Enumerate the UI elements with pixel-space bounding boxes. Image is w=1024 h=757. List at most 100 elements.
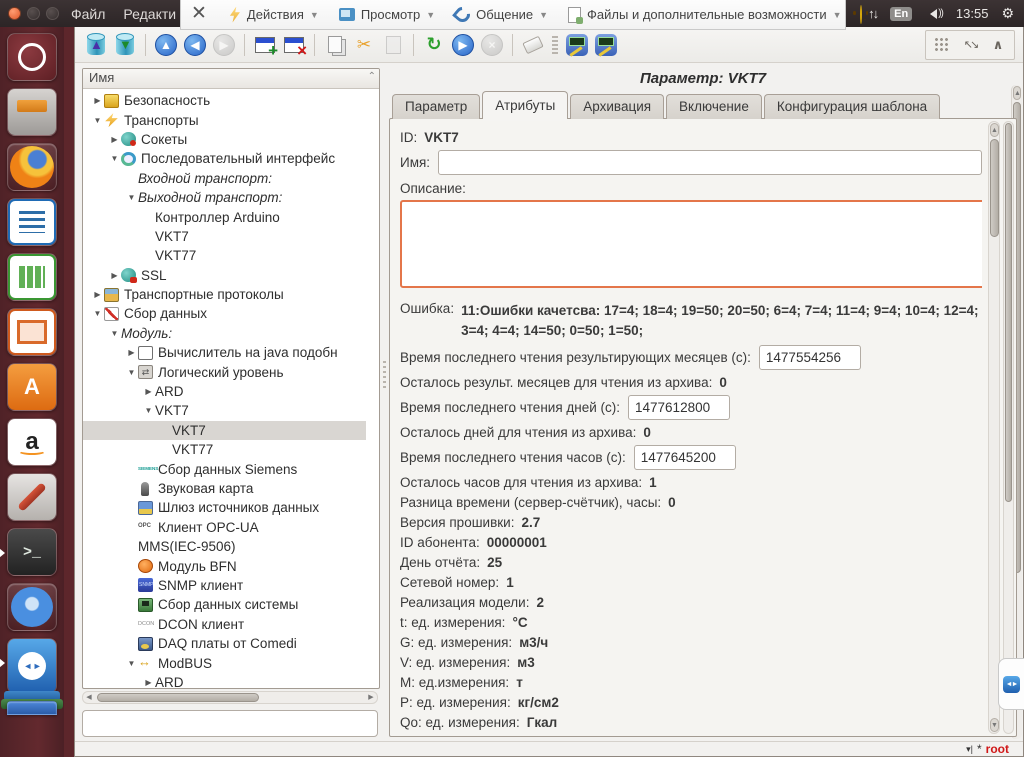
launcher-item-terminal[interactable]: >_ [7,528,57,576]
launcher-item-libreoffice-writer[interactable] [7,198,57,246]
tree-item[interactable]: Входной транспорт: [83,169,366,188]
tab-конфигурация-шаблона[interactable]: Конфигурация шаблона [764,94,940,119]
expander-closed-icon[interactable]: ▶ [125,348,138,357]
expander-closed-icon[interactable]: ▶ [142,678,155,687]
tree-item[interactable]: ▼Сбор данных [83,304,366,323]
launcher-item-teamviewer[interactable] [7,638,57,694]
outer-vertical-scrollbar[interactable] [1003,121,1014,734]
tree-item[interactable]: VKT77 [83,440,366,459]
name-input[interactable] [438,150,982,175]
tree-item[interactable]: Контроллер Arduino [83,207,366,226]
expander-open-icon[interactable]: ▼ [108,329,121,338]
expander-closed-icon[interactable]: ▶ [142,387,155,396]
expander-closed-icon[interactable]: ▶ [108,135,121,144]
tree-item[interactable]: Шлюз источников данных [83,498,366,517]
clear-button[interactable] [520,32,546,58]
tree-item[interactable]: ▼Модуль: [83,324,366,343]
tree-item[interactable]: DCON клиент [83,615,366,634]
launcher-item-software-center[interactable]: A [7,363,57,411]
go-up-button[interactable]: ▲ [153,32,179,58]
menu-item[interactable]: Файл [71,6,105,22]
launcher-item-file-manager[interactable] [7,88,57,136]
expander-open-icon[interactable]: ▼ [108,154,121,163]
tv-menu-item[interactable]: Просмотр▼ [331,4,443,25]
tree-horizontal-scrollbar[interactable]: ◀▶ [82,691,378,704]
refresh-button[interactable]: ↻ [421,32,447,58]
tree-item[interactable]: ▼Выходной транспорт: [83,188,366,207]
save-to-db-button[interactable]: ▼ [112,32,138,58]
collapse-toolbar-button[interactable]: ∧ [985,32,1011,58]
toolbar-grip[interactable] [552,36,558,54]
status-dropdown-icon[interactable]: ▾| [966,744,973,755]
expander-open-icon[interactable]: ▼ [142,406,155,415]
tv-menu-item[interactable]: Общение▼ [447,4,556,25]
tree-column-header[interactable]: Имя [83,69,379,89]
tree-item[interactable]: ▼ModBUS [83,653,366,672]
tree-item[interactable]: MMS(IEC-9506) [83,537,366,556]
expand-workspace-button[interactable]: ↖↘ [957,32,983,58]
tree-item[interactable]: ▶Безопасность [83,91,366,110]
session-gear-icon[interactable]: ⚙ [1001,5,1014,22]
tab-включение[interactable]: Включение [666,94,762,119]
form-vertical-scrollbar[interactable]: ▲ ▼ [988,121,1000,734]
expander-open-icon[interactable]: ▼ [91,309,104,318]
value-input[interactable] [634,445,736,470]
delete-item-button[interactable]: × [281,32,307,58]
maximize-window-icon[interactable] [46,7,59,20]
tree-item[interactable]: Сбор данных системы [83,595,366,614]
tree-item[interactable]: Сбор данных Siemens [83,459,366,478]
tree-item[interactable]: DAQ платы от Comedi [83,634,366,653]
tree-item[interactable]: VKT77 [83,246,366,265]
start-button[interactable]: ▶ [450,32,476,58]
launcher-item-libreoffice-calc[interactable] [7,253,57,301]
measure-config-button[interactable] [593,32,619,58]
tree-item[interactable]: ▶Вычислитель на java подобн [83,343,366,362]
launcher-item-amazon[interactable]: a [7,418,57,466]
grid-view-button[interactable] [929,32,955,58]
launcher-item-chromium[interactable] [7,583,57,631]
launcher-item-dash-home[interactable] [7,33,57,81]
tree-item[interactable]: ▶ARD [83,673,366,688]
tab-параметр[interactable]: Параметр [392,94,480,119]
copy-item-button[interactable] [322,32,348,58]
close-window-icon[interactable] [8,7,21,20]
tree-item[interactable]: ▼VKT7 [83,401,366,420]
tree-filter-input[interactable] [82,710,378,737]
tree-item[interactable]: ▼Последовательный интерфейс [83,149,366,168]
teamviewer-side-tab[interactable]: ◄► [998,658,1024,710]
tab-атрибуты[interactable]: Атрибуты [482,91,568,119]
launcher-item-hidden-app[interactable] [7,701,57,715]
minimize-window-icon[interactable] [27,7,40,20]
value-input[interactable] [759,345,861,370]
launcher-item-system-settings[interactable] [7,473,57,521]
clock[interactable]: 13:55 [956,6,989,21]
go-back-button[interactable]: ◀ [182,32,208,58]
expander-closed-icon[interactable]: ▶ [108,271,121,280]
expander-open-icon[interactable]: ▼ [125,659,138,668]
tree-item[interactable]: ▶Сокеты [83,130,366,149]
tree-item[interactable]: VKT7 [83,227,366,246]
pane-divider[interactable] [380,63,389,741]
tv-menu-item[interactable]: Файлы и дополнительные возможности▼ [560,4,850,26]
tree-item[interactable]: VKT7 [83,421,366,440]
cut-item-button[interactable]: ✂ [351,32,377,58]
expander-open-icon[interactable]: ▼ [125,193,138,202]
tree-item[interactable]: Модуль BFN [83,556,366,575]
tree-item[interactable]: ▶SSL [83,266,366,285]
tree-item[interactable]: ▼Логический уровень [83,362,366,381]
expander-closed-icon[interactable]: ▶ [91,290,104,299]
tree-item[interactable]: ▶Транспортные протоколы [83,285,366,304]
tab-архивация[interactable]: Архивация [570,94,664,119]
network-indicator-icon[interactable]: ↑↓ [868,6,877,21]
add-item-button[interactable]: + [252,32,278,58]
expander-open-icon[interactable]: ▼ [125,368,138,377]
launcher-item-firefox[interactable] [7,143,57,191]
tree-item[interactable]: ▶ARD [83,382,366,401]
description-textarea[interactable] [400,200,982,288]
launcher-item-libreoffice-impress[interactable] [7,308,57,356]
tv-menu-item[interactable]: Действия▼ [221,4,327,26]
tree-item[interactable]: ▼Транспорты [83,110,366,129]
tree-item[interactable]: Звуковая карта [83,479,366,498]
menu-item[interactable]: Редакти [123,6,176,22]
keyboard-layout-indicator[interactable]: En [890,7,912,21]
